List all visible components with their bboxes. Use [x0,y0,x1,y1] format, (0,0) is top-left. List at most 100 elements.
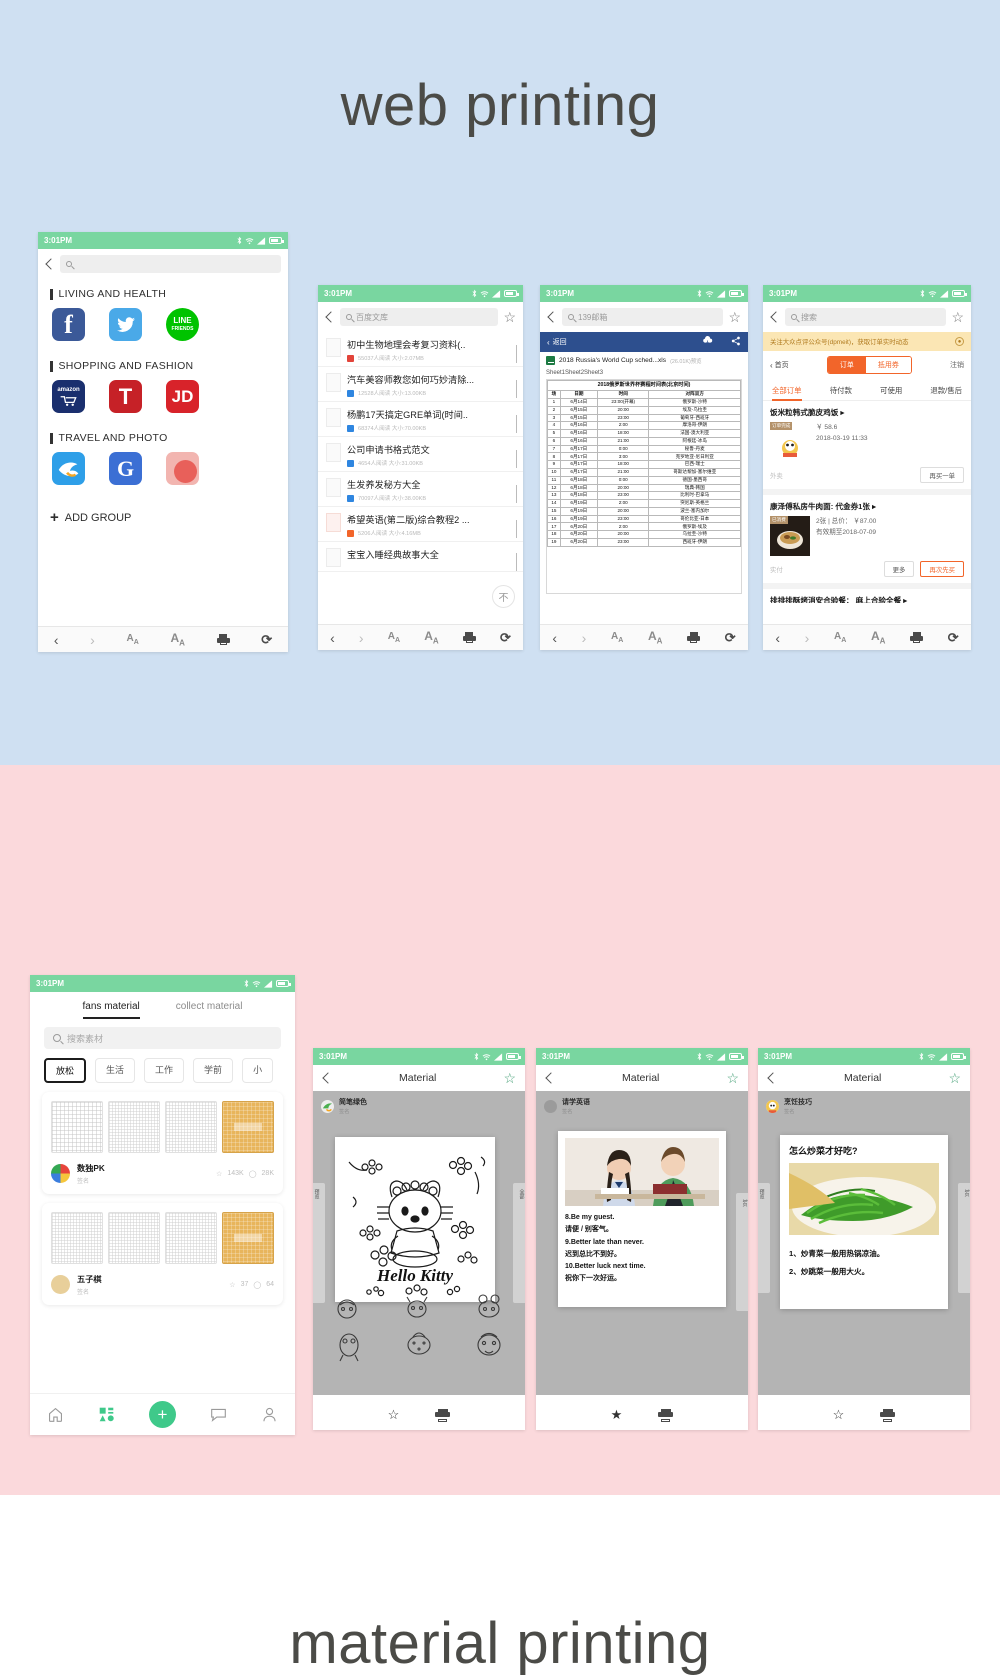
back-icon[interactable] [45,258,57,270]
list-item[interactable]: 希望英语(第二版)综合教程2 ... 5206人阅读 大小:4.16MB [318,507,523,542]
toolbar-back-button[interactable]: ‹ [54,632,59,648]
segment-coupons[interactable]: 抵用券 [865,357,911,373]
list-item[interactable]: 公司申请书格式范文 4654人阅读 大小:31.00KB [318,437,523,472]
list-item[interactable]: 汽车美容师教您如何巧妙清除... 12528人阅读 大小:13.00KB [318,367,523,402]
text-smaller-button[interactable]: AA [834,631,846,644]
reload-button[interactable]: ⟳ [725,630,736,646]
list-item[interactable]: 生发养发秘方大全 70097人阅读 大小:38.00KB [318,472,523,507]
thumb[interactable] [165,1101,217,1153]
list-item[interactable]: 杨鹏17天搞定GRE单词(时间.. 68374人阅读 大小:70.00KB [318,402,523,437]
tab-usable[interactable]: 可使用 [880,385,902,400]
amazon-icon[interactable]: amazon [52,380,85,413]
reorder-button[interactable]: 再买一单 [920,467,964,483]
chip-more[interactable]: 小 [242,1058,274,1083]
bookmark-star-icon[interactable]: ☆ [951,310,964,324]
side-strip-right[interactable]: 1页 [736,1193,748,1311]
home-link[interactable]: ‹ 首页 [770,360,789,370]
text-larger-button[interactable]: AA [648,629,662,645]
thumb[interactable] [222,1212,274,1264]
text-larger-button[interactable]: AA [170,631,184,647]
add-group-button[interactable]: + ADD GROUP [38,495,288,540]
chat-icon[interactable] [210,1406,227,1423]
search-input[interactable] [60,255,281,273]
tab-collect-material[interactable]: collect material [176,1001,243,1019]
profile-icon[interactable] [261,1406,278,1423]
chip-relax[interactable]: 放松 [44,1058,87,1083]
material-card[interactable]: 五子棋 签名 ☆ 37 ◯ 64 [42,1203,283,1305]
grid-icon[interactable] [98,1406,115,1423]
side-strip-left[interactable]: 预览 [313,1183,325,1303]
reload-button[interactable]: ⟳ [500,630,511,646]
bookmark-star-icon[interactable]: ☆ [728,310,741,324]
download-icon[interactable] [702,336,713,348]
twitter-icon[interactable] [109,308,142,341]
more-button[interactable]: 更多 [883,561,915,577]
print-icon[interactable] [687,632,701,643]
print-icon[interactable] [910,632,924,643]
print-icon[interactable] [216,634,230,645]
preview-sheet[interactable]: 怎么炒菜才好吃? 1、炒青菜一般用热锅凉油。 2、炒跳菜一般用大火。 [780,1135,948,1309]
segment-orders[interactable]: 订单 [827,357,866,373]
print-icon[interactable] [462,632,476,643]
comment-icon[interactable]: ◯ [253,1281,261,1289]
favorite-star-icon[interactable]: ☆ [833,1407,845,1423]
star-icon[interactable]: ☆ [229,1281,235,1289]
side-strip-left[interactable]: 预览 [758,1183,770,1293]
search-input[interactable]: 搜索 [785,308,947,326]
thumb[interactable] [51,1212,103,1264]
text-smaller-button[interactable]: AA [611,631,623,644]
preview-sheet[interactable]: 8.Be my guest. 请便 / 别客气。 9.Better late t… [558,1131,726,1307]
preview-stage[interactable]: 预览 全部 Hello Kitty [313,1121,525,1395]
toolbar-forward-button[interactable]: › [90,632,95,648]
bookmark-star-icon[interactable]: ☆ [726,1071,739,1085]
share-icon[interactable] [731,336,741,348]
text-smaller-button[interactable]: AA [126,633,138,646]
print-icon[interactable] [435,1408,451,1422]
bookmark-star-icon[interactable]: ☆ [948,1071,961,1085]
preview-sheet[interactable]: Hello Kitty [335,1137,495,1302]
material-card[interactable]: 数独PK 签名 ☆ 143K ◯ 28K [42,1092,283,1194]
sheet-tabs[interactable]: Sheet1Sheet2Sheet3 [540,369,748,379]
buy-again-button[interactable]: 再次先买 [920,561,964,577]
tab-pending-payment[interactable]: 待付款 [830,385,852,400]
preview-stage[interactable]: 1页 8.Be my guest. 请便 / 别客气。 9.Better lat… [536,1121,748,1395]
chip-preschool[interactable]: 学前 [193,1058,234,1083]
ctrip-icon[interactable] [52,452,85,485]
preview-stage[interactable]: 预览 1页 怎么炒菜才好吃? 1、炒青菜一般用热锅凉油。 2、炒跳菜一般用大火。 [758,1121,970,1395]
facebook-icon[interactable]: f [52,308,85,341]
toolbar-forward-button[interactable]: › [582,630,587,646]
print-icon[interactable] [880,1408,896,1422]
bookmark-star-icon[interactable]: ☆ [503,1071,516,1085]
star-icon[interactable]: ☆ [216,1170,222,1178]
thumb[interactable] [222,1101,274,1153]
thumb[interactable] [108,1212,160,1264]
order-card[interactable]: 康泽傅私房牛肉面: 代金券1张 ▸ 已消费 2张 | 总价： ￥87.00 有效… [763,495,971,589]
viewer-back-button[interactable]: ‹ 返回 [547,337,567,347]
search-input[interactable]: 百度文库 [340,308,499,326]
tab-fans-material[interactable]: fans material [82,1001,140,1019]
side-strip-right[interactable]: 1页 [958,1183,970,1293]
photo-icon[interactable] [166,452,199,485]
text-smaller-button[interactable]: AA [388,631,400,644]
jd-icon[interactable]: JD [166,380,199,413]
segmented-control[interactable]: 订单 抵用券 [826,356,912,374]
comment-icon[interactable]: ◯ [249,1170,257,1178]
line-friends-icon[interactable]: LINE FRIENDS [166,308,199,341]
text-larger-button[interactable]: AA [424,629,438,645]
thumb[interactable] [108,1101,160,1153]
reload-button[interactable]: ⟳ [948,630,959,646]
print-icon[interactable] [658,1408,674,1422]
thumb[interactable] [165,1212,217,1264]
favorite-star-icon[interactable]: ★ [611,1407,623,1423]
tab-all-orders[interactable]: 全部订单 [772,385,802,401]
toolbar-back-button[interactable]: ‹ [330,630,335,646]
chip-work[interactable]: 工作 [144,1058,185,1083]
order-card[interactable]: 饭米粒韩式脆皮鸡饭 ▸ 订单完成 ￥ 58.6 2018-03-19 11:33… [763,401,971,495]
logout-link[interactable]: 注销 [950,360,964,370]
back-icon[interactable] [547,311,559,323]
chip-life[interactable]: 生活 [95,1058,136,1083]
text-larger-button[interactable]: AA [871,629,885,645]
home-icon[interactable] [47,1406,64,1423]
toolbar-back-button[interactable]: ‹ [552,630,557,646]
order-card[interactable]: 排排排酥烤消安合验餐： 麻上合验全餐 ▸ [763,589,971,603]
